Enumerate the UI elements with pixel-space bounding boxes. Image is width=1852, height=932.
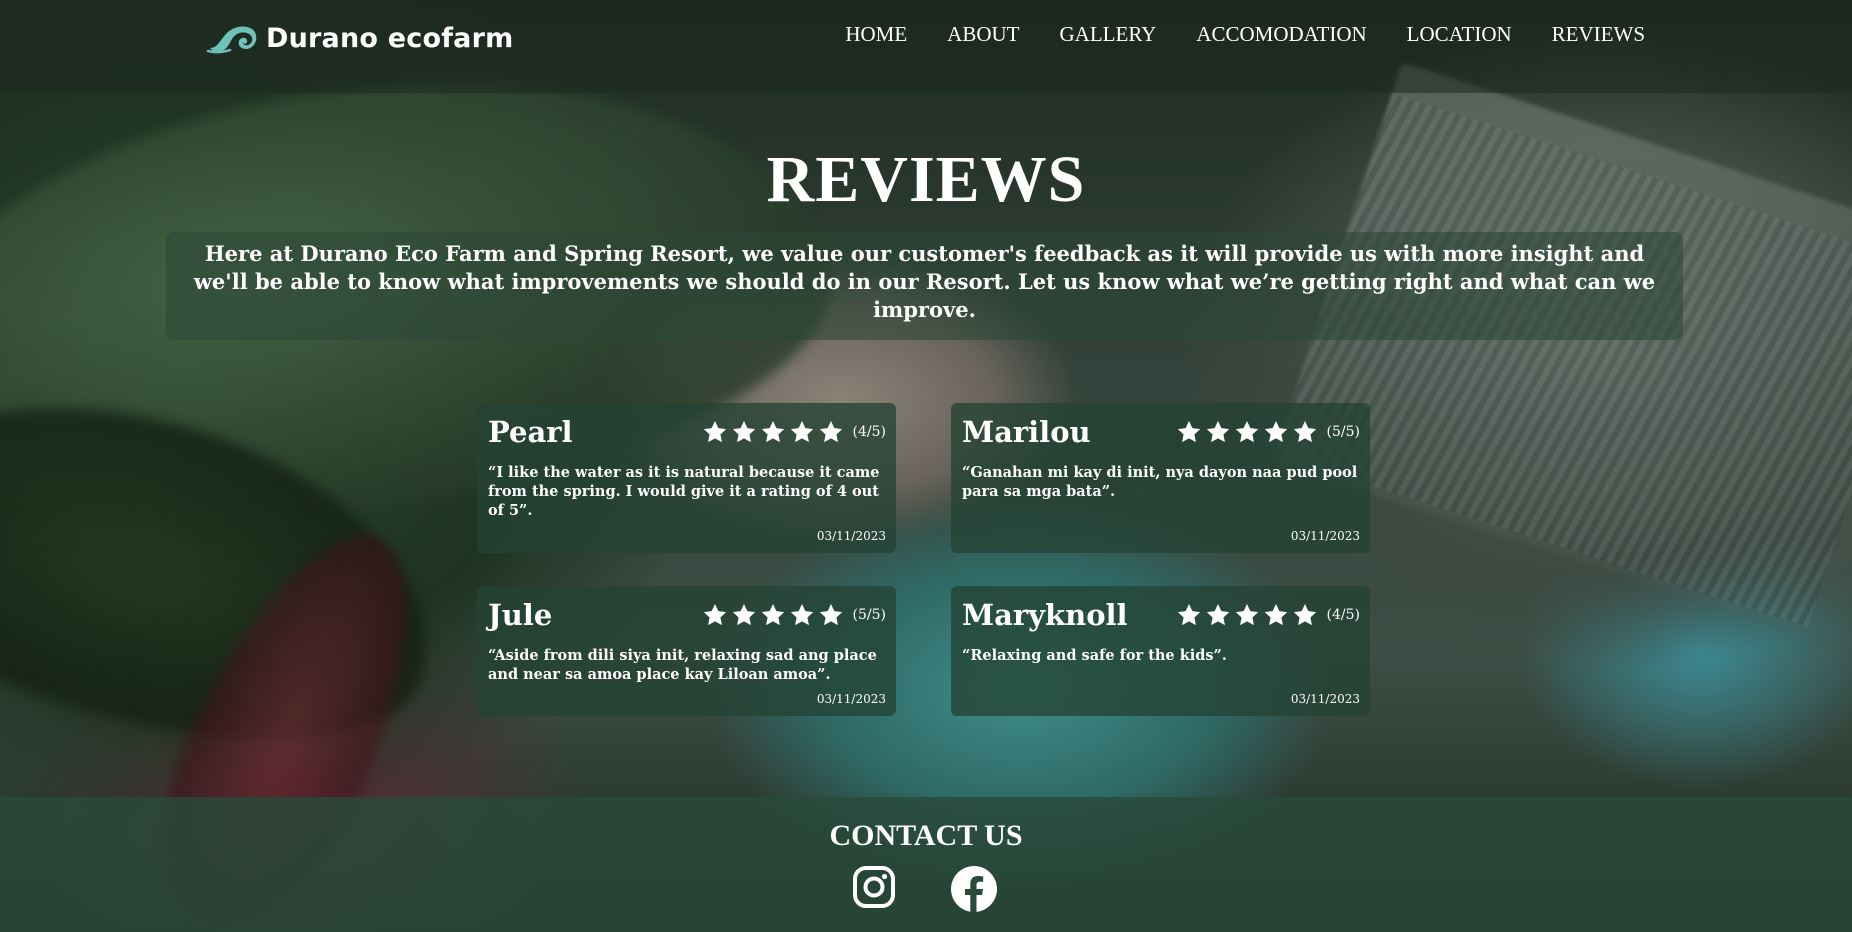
rating: (5/5) [702,602,886,628]
star-icon [703,420,726,443]
star-icon [790,420,813,443]
background-photo [0,0,1852,932]
reviewer-name: Jule [488,598,553,632]
instagram-icon[interactable] [852,865,896,913]
star-icon [1177,420,1200,443]
review-text: “I like the water as it is natural becau… [488,464,880,519]
star-icon [819,603,842,626]
star-icon [1264,603,1287,626]
rating-score: (5/5) [1326,424,1360,440]
star-icon [1206,420,1229,443]
nav-gallery[interactable]: GALLERY [1060,22,1157,47]
star-icon [1293,603,1316,626]
star-row [1176,602,1318,628]
star-icon [761,603,784,626]
top-navbar: Durano ecofarm HOME ABOUT GALLERY ACCOMO… [0,0,1852,93]
nav-about[interactable]: ABOUT [947,22,1019,47]
rating: (5/5) [1176,419,1360,445]
review-card: Pearl (4/5) “I like the water as it is n… [477,403,896,553]
rating-score: (4/5) [852,424,886,440]
wave-icon [206,26,257,54]
nav-location[interactable]: LOCATION [1407,22,1512,47]
contact-section: CONTACT US [0,797,1852,932]
review-date: 03/11/2023 [816,692,886,706]
nav-menu: HOME ABOUT GALLERY ACCOMODATION LOCATION… [845,22,1645,47]
star-icon [1293,420,1316,443]
star-icon [732,420,755,443]
star-row [702,602,844,628]
brand-name: Durano ecofarm [266,22,514,54]
review-text: “Aside from dili siya init, relaxing sad… [488,647,877,683]
star-row [702,419,844,445]
review-card: Jule (5/5) “Aside from dili siya init, r… [477,586,896,716]
brand-link[interactable]: Durano ecofarm [206,20,513,56]
intro-text: Here at Durano Eco Farm and Spring Resor… [166,232,1683,340]
star-icon [732,603,755,626]
rating: (4/5) [702,419,886,445]
star-icon [1264,420,1287,443]
star-icon [1235,603,1258,626]
review-card: Marilou (5/5) “Ganahan mi kay di init, n… [951,403,1370,553]
facebook-icon[interactable] [950,865,998,917]
reviewer-name: Pearl [488,415,573,449]
review-card: Maryknoll (4/5) “Relaxing and safe for t… [951,586,1370,716]
nav-reviews[interactable]: REVIEWS [1552,22,1645,47]
star-icon [790,603,813,626]
star-icon [1235,420,1258,443]
reviewer-name: Maryknoll [962,598,1128,632]
review-date: 03/11/2023 [1290,529,1360,543]
star-row [1176,419,1318,445]
star-icon [1177,603,1200,626]
nav-accomodation[interactable]: ACCOMODATION [1196,22,1366,47]
reviewer-name: Marilou [962,415,1091,449]
review-date: 03/11/2023 [816,529,886,543]
review-text: “Relaxing and safe for the kids”. [962,647,1227,664]
star-icon [819,420,842,443]
star-icon [761,420,784,443]
review-date: 03/11/2023 [1290,692,1360,706]
rating-score: (4/5) [1326,607,1360,623]
star-icon [1206,603,1229,626]
page-title: REVIEWS [766,143,1086,216]
rating-score: (5/5) [852,607,886,623]
contact-title: CONTACT US [829,819,1023,852]
rating: (4/5) [1176,602,1360,628]
review-text: “Ganahan mi kay di init, nya dayon naa p… [962,464,1358,500]
star-icon [703,603,726,626]
nav-home[interactable]: HOME [845,22,907,47]
